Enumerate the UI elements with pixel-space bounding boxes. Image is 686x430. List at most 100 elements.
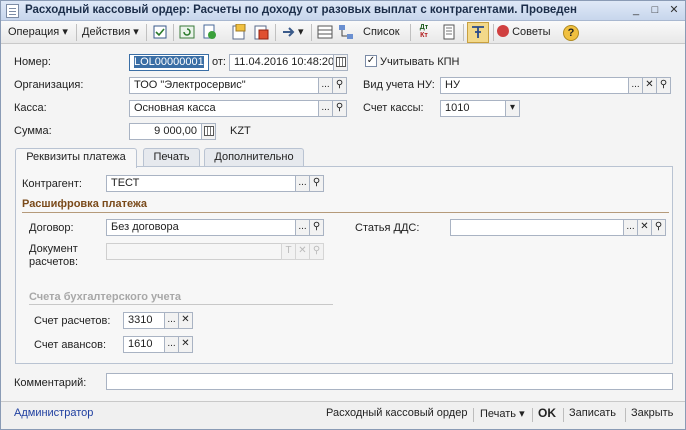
- copy-document-icon[interactable]: [201, 24, 217, 40]
- filter-toggle-button[interactable]: [467, 22, 489, 43]
- document-icon: [6, 4, 19, 18]
- kpn-checkbox[interactable]: ✓: [365, 55, 377, 67]
- comment-field[interactable]: [106, 373, 673, 390]
- date-field[interactable]: 11.04.2016 10:48:20: [229, 54, 335, 71]
- cash-label: Касса:: [14, 102, 47, 114]
- search-icon[interactable]: ⚲: [332, 100, 347, 117]
- settle-account-field[interactable]: 3310: [123, 312, 165, 329]
- comment-label: Комментарий:: [14, 377, 87, 389]
- dt-kt-postings-icon[interactable]: Дт Кт: [416, 24, 432, 40]
- calendar-button[interactable]: [333, 54, 348, 71]
- advance-account-clear-icon[interactable]: ✕: [178, 336, 193, 353]
- actions-label: Действия: [82, 26, 131, 38]
- cash-select-button[interactable]: ...: [318, 100, 333, 117]
- search-icon[interactable]: ⚲: [309, 175, 324, 192]
- settle-account-clear-icon[interactable]: ✕: [178, 312, 193, 329]
- advice-button[interactable]: Советы: [497, 24, 551, 41]
- print-form-icon[interactable]: [441, 24, 457, 40]
- settle-account-select-button[interactable]: ...: [164, 312, 179, 329]
- search-icon[interactable]: ⚲: [656, 77, 671, 94]
- refresh-icon[interactable]: [179, 24, 195, 40]
- search-icon[interactable]: ⚲: [309, 243, 324, 260]
- dds-field[interactable]: [450, 219, 624, 236]
- go-to-icon[interactable]: [281, 24, 297, 40]
- calculator-button[interactable]: [201, 123, 216, 140]
- settlement-doc-label-2: расчетов:: [29, 256, 79, 268]
- sum-label: Сумма:: [14, 125, 52, 137]
- counterparty-label: Контрагент:: [22, 178, 82, 190]
- type-select-icon[interactable]: T: [281, 243, 296, 260]
- title-bar: Расходный кассовый ордер: Расчеты по дох…: [1, 1, 685, 21]
- operation-label: Операция: [8, 26, 60, 38]
- nu-field[interactable]: НУ: [440, 77, 629, 94]
- window-title: Расходный кассовый ордер: Расчеты по дох…: [25, 4, 577, 16]
- close-window-button[interactable]: ✕: [666, 3, 682, 18]
- chevron-down-icon: ▾: [133, 26, 139, 38]
- advice-label: Советы: [512, 26, 551, 38]
- cash-field[interactable]: Основная касса: [129, 100, 319, 117]
- operation-menu[interactable]: Операция ▾: [8, 24, 68, 41]
- print-menu-button[interactable]: Печать ▾: [480, 407, 525, 420]
- calculator-icon: [203, 126, 214, 136]
- post-and-close-icon[interactable]: [152, 24, 168, 40]
- settlement-doc-field[interactable]: [106, 243, 282, 260]
- nu-clear-icon[interactable]: ✕: [642, 77, 657, 94]
- counterparty-select-button[interactable]: ...: [295, 175, 310, 192]
- currency-label: KZT: [230, 125, 251, 137]
- dds-clear-icon[interactable]: ✕: [637, 219, 652, 236]
- list-button[interactable]: Список: [363, 24, 400, 41]
- search-icon[interactable]: ⚲: [651, 219, 666, 236]
- kpn-label: Учитывать КПН: [380, 56, 460, 68]
- sum-field[interactable]: 9 000,00: [129, 123, 202, 140]
- breakdown-divider: [22, 212, 669, 213]
- tab-additional[interactable]: Дополнительно: [204, 148, 304, 167]
- actions-menu[interactable]: Действия ▾: [82, 24, 139, 41]
- go-to-dropdown[interactable]: ▾: [298, 24, 304, 41]
- organization-field[interactable]: ТОО "Электросервис": [129, 77, 319, 94]
- advice-icon: [497, 25, 509, 37]
- print-label: Печать: [480, 408, 517, 420]
- contract-field[interactable]: Без договора: [106, 219, 296, 236]
- nu-label: Вид учета НУ:: [363, 79, 435, 91]
- post-document-icon[interactable]: [231, 23, 247, 40]
- cash-account-field[interactable]: 1010: [440, 100, 506, 117]
- unpost-document-icon[interactable]: [253, 24, 269, 40]
- cash-account-label: Счет кассы:: [363, 102, 424, 114]
- minimize-button[interactable]: _: [628, 3, 644, 18]
- dds-select-button[interactable]: ...: [623, 219, 638, 236]
- dds-label: Статья ДДС:: [355, 222, 420, 234]
- tab-panel: [15, 166, 673, 364]
- close-button[interactable]: Закрыть: [631, 407, 673, 419]
- chevron-down-icon: ▾: [519, 408, 525, 420]
- accounts-divider: [29, 304, 333, 305]
- document-window: Расходный кассовый ордер: Расчеты по дох…: [0, 0, 686, 430]
- footer-bar: Администратор Расходный кассовый ордер П…: [1, 401, 685, 429]
- chevron-down-icon[interactable]: ▾: [505, 100, 520, 117]
- help-icon[interactable]: ?: [563, 25, 579, 41]
- journal-icon[interactable]: [317, 24, 333, 40]
- structure-icon[interactable]: [338, 24, 354, 40]
- number-field[interactable]: LOL00000001: [129, 54, 209, 71]
- advance-account-select-button[interactable]: ...: [164, 336, 179, 353]
- settlement-doc-clear-icon[interactable]: ✕: [295, 243, 310, 260]
- number-label: Номер:: [14, 56, 51, 68]
- user-link[interactable]: Администратор: [14, 407, 93, 419]
- tab-print[interactable]: Печать: [143, 148, 200, 167]
- organization-select-button[interactable]: ...: [318, 77, 333, 94]
- ok-button[interactable]: OK: [538, 406, 556, 420]
- advance-account-field[interactable]: 1610: [123, 336, 165, 353]
- search-icon[interactable]: ⚲: [309, 219, 324, 236]
- counterparty-field[interactable]: ТЕСТ: [106, 175, 296, 192]
- print-cash-order-button[interactable]: Расходный кассовый ордер: [326, 407, 467, 419]
- chevron-down-icon: ▾: [62, 26, 68, 38]
- number-value: LOL00000001: [134, 56, 204, 68]
- nu-select-button[interactable]: ...: [628, 77, 643, 94]
- maximize-button[interactable]: □: [647, 3, 663, 18]
- contract-select-button[interactable]: ...: [295, 219, 310, 236]
- organization-label: Организация:: [14, 79, 84, 91]
- tab-payment-details[interactable]: Реквизиты платежа: [15, 148, 137, 168]
- save-button[interactable]: Записать: [569, 407, 616, 419]
- search-icon[interactable]: ⚲: [332, 77, 347, 94]
- advance-account-label: Счет авансов:: [34, 339, 107, 351]
- accounts-title: Счета бухгалтерского учета: [29, 291, 182, 303]
